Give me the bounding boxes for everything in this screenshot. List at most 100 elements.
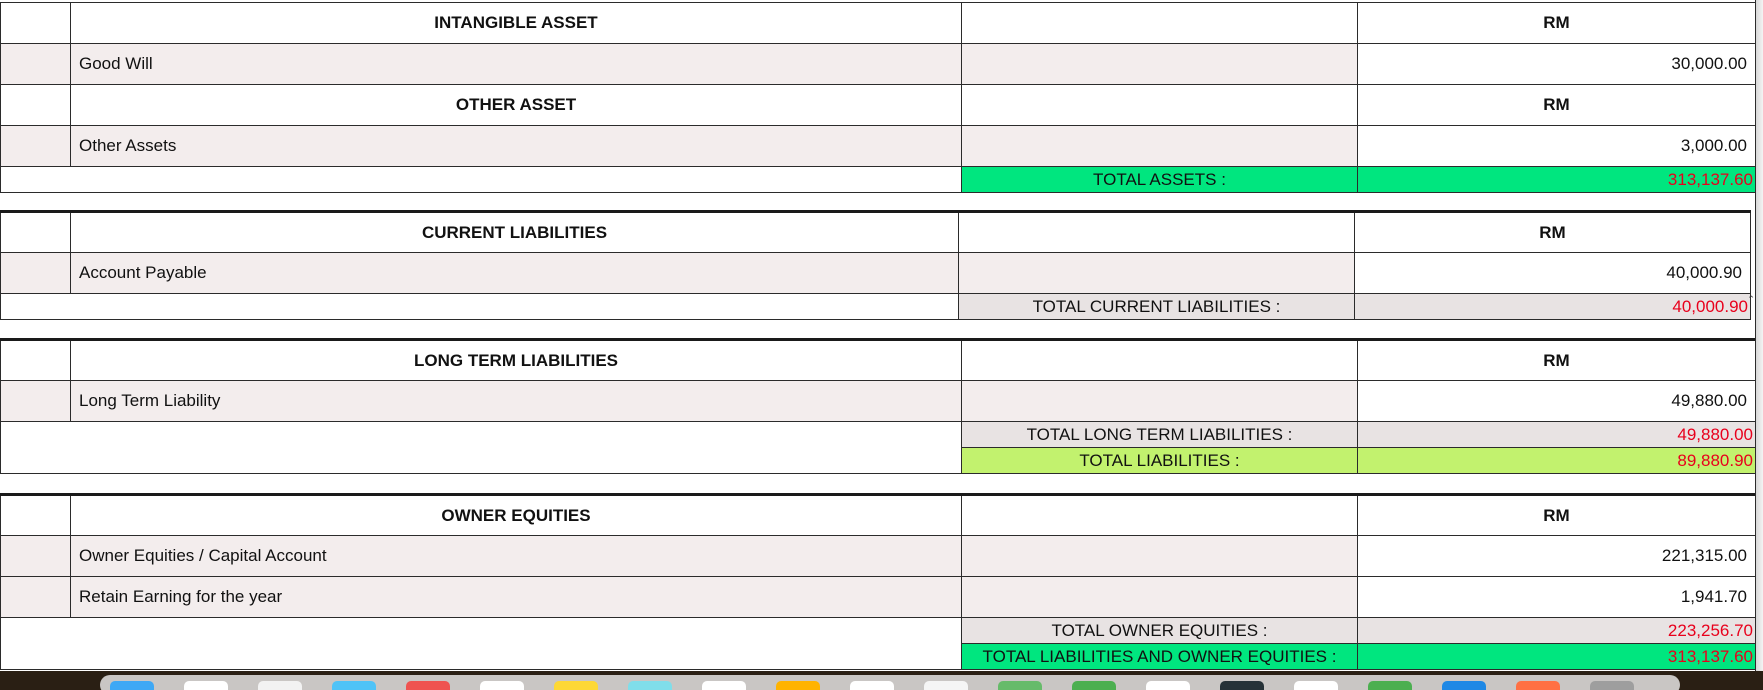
- row-gutter: [0, 211, 71, 253]
- total-current-liabilities-value: 40,000.90: [1354, 293, 1751, 320]
- dock-app-icon[interactable]: [702, 681, 746, 690]
- section-title: OWNER EQUITIES: [70, 494, 962, 536]
- dock-app-icon[interactable]: [406, 681, 450, 690]
- window-edge: [1755, 0, 1763, 671]
- row-gutter: [0, 125, 71, 167]
- total-owner-equities-row: TOTAL OWNER EQUITIES : 223,256.70: [0, 617, 1756, 670]
- dock-app-icon[interactable]: [1368, 681, 1412, 690]
- row-gutter: [0, 535, 71, 577]
- total-assets-value: 313,137.60: [1357, 166, 1756, 193]
- dock-app-icon[interactable]: [332, 681, 376, 690]
- item-value: 49,880.00: [1357, 380, 1756, 422]
- current-liabilities-section: CURRENT LIABILITIES RM Account Payable 4…: [0, 210, 1751, 320]
- currency-header: RM: [1357, 84, 1756, 126]
- long-term-liabilities-section: LONG TERM LIABILITIES RM Long Term Liabi…: [0, 338, 1756, 474]
- balance-sheet-page: INTANGIBLE ASSET RM Good Will 30,000.00 …: [0, 0, 1763, 690]
- total-long-term-liabilities-label: TOTAL LONG TERM LIABILITIES :: [961, 421, 1358, 448]
- blank-cell: [958, 252, 1355, 294]
- section-title: INTANGIBLE ASSET: [70, 2, 962, 44]
- blank-cell: [0, 166, 962, 193]
- total-assets-row: TOTAL ASSETS : 313,137.60: [0, 166, 1756, 193]
- section-title: LONG TERM LIABILITIES: [70, 339, 962, 381]
- row-gutter: [0, 84, 71, 126]
- total-liabilities-label: TOTAL LIABILITIES :: [961, 447, 1358, 474]
- blank-cell: [0, 617, 962, 670]
- section-title: CURRENT LIABILITIES: [70, 211, 959, 253]
- section-header-row: OWNER EQUITIES RM: [0, 494, 1756, 536]
- item-label: Long Term Liability: [70, 380, 962, 422]
- total-long-term-liabilities-value: 49,880.00: [1357, 421, 1756, 448]
- dock-app-icon[interactable]: [1294, 681, 1338, 690]
- table-row: Long Term Liability 49,880.00: [0, 380, 1756, 422]
- row-gutter: [0, 494, 71, 536]
- dock-app-icon[interactable]: [628, 681, 672, 690]
- dock-app-icon[interactable]: [1516, 681, 1560, 690]
- section-header-row: LONG TERM LIABILITIES RM: [0, 339, 1756, 381]
- dock: [0, 671, 1763, 690]
- table-row: Other Assets 3,000.00: [0, 125, 1756, 167]
- intangible-asset-section: INTANGIBLE ASSET RM Good Will 30,000.00 …: [0, 2, 1756, 193]
- dock-app-icon[interactable]: [184, 681, 228, 690]
- dock-app-icon[interactable]: [258, 681, 302, 690]
- item-value: 3,000.00: [1357, 125, 1756, 167]
- row-gutter: [0, 43, 71, 85]
- dock-app-icon[interactable]: [110, 681, 154, 690]
- blank-cell: [0, 421, 962, 474]
- total-owner-equities-value: 223,256.70: [1357, 617, 1756, 644]
- dock-app-icon[interactable]: [776, 681, 820, 690]
- blank-cell: [961, 494, 1358, 536]
- dock-app-icon[interactable]: [1220, 681, 1264, 690]
- total-liabilities-value: 89,880.90: [1357, 447, 1756, 474]
- row-gutter: [0, 252, 71, 294]
- dock-bar: [100, 675, 1680, 690]
- row-gutter: [0, 2, 71, 44]
- dock-app-icon[interactable]: [1442, 681, 1486, 690]
- dock-app-icon[interactable]: [1146, 681, 1190, 690]
- table-row: Good Will 30,000.00: [0, 43, 1756, 85]
- total-assets-label: TOTAL ASSETS :: [961, 166, 1358, 193]
- blank-cell: [961, 2, 1358, 44]
- blank-cell: [961, 535, 1358, 577]
- blank-cell: [961, 43, 1358, 85]
- section-header-row: INTANGIBLE ASSET RM: [0, 2, 1756, 44]
- item-label: Other Assets: [70, 125, 962, 167]
- dock-app-icon[interactable]: [554, 681, 598, 690]
- total-long-term-liabilities-row: TOTAL LONG TERM LIABILITIES : 49,880.00: [0, 421, 1756, 474]
- section-title: OTHER ASSET: [70, 84, 962, 126]
- scroll-caret-icon[interactable]: ˆ: [1749, 293, 1753, 308]
- table-row: Account Payable 40,000.90: [0, 252, 1751, 294]
- dock-app-icon[interactable]: [480, 681, 524, 690]
- item-label: Account Payable: [70, 252, 959, 294]
- currency-header: RM: [1357, 2, 1756, 44]
- row-gutter: [0, 339, 71, 381]
- total-owner-equities-label: TOTAL OWNER EQUITIES :: [961, 617, 1358, 644]
- dock-app-icon[interactable]: [924, 681, 968, 690]
- dock-app-icon[interactable]: [850, 681, 894, 690]
- item-value: 30,000.00: [1357, 43, 1756, 85]
- section-header-row: OTHER ASSET RM: [0, 84, 1756, 126]
- grand-total-label: TOTAL LIABILITIES AND OWNER EQUITIES :: [961, 643, 1358, 670]
- item-value: 1,941.70: [1357, 576, 1756, 618]
- blank-cell: [961, 339, 1358, 381]
- item-value: 40,000.90: [1354, 252, 1751, 294]
- total-current-liabilities-label: TOTAL CURRENT LIABILITIES :: [958, 293, 1355, 320]
- table-row: Owner Equities / Capital Account 221,315…: [0, 535, 1756, 577]
- table-row: Retain Earning for the year 1,941.70: [0, 576, 1756, 618]
- blank-cell: [961, 125, 1358, 167]
- dock-app-icon[interactable]: [998, 681, 1042, 690]
- row-gutter: [0, 576, 71, 618]
- item-value: 221,315.00: [1357, 535, 1756, 577]
- item-label: Good Will: [70, 43, 962, 85]
- blank-cell: [961, 380, 1358, 422]
- currency-header: RM: [1354, 211, 1751, 253]
- blank-cell: [0, 293, 959, 320]
- dock-app-icon[interactable]: [1072, 681, 1116, 690]
- currency-header: RM: [1357, 339, 1756, 381]
- dock-app-icon[interactable]: [1590, 681, 1634, 690]
- blank-cell: [958, 211, 1355, 253]
- row-gutter: [0, 380, 71, 422]
- owner-equities-section: OWNER EQUITIES RM Owner Equities / Capit…: [0, 493, 1756, 670]
- total-current-liabilities-row: TOTAL CURRENT LIABILITIES : 40,000.90: [0, 293, 1751, 320]
- currency-header: RM: [1357, 494, 1756, 536]
- blank-cell: [961, 576, 1358, 618]
